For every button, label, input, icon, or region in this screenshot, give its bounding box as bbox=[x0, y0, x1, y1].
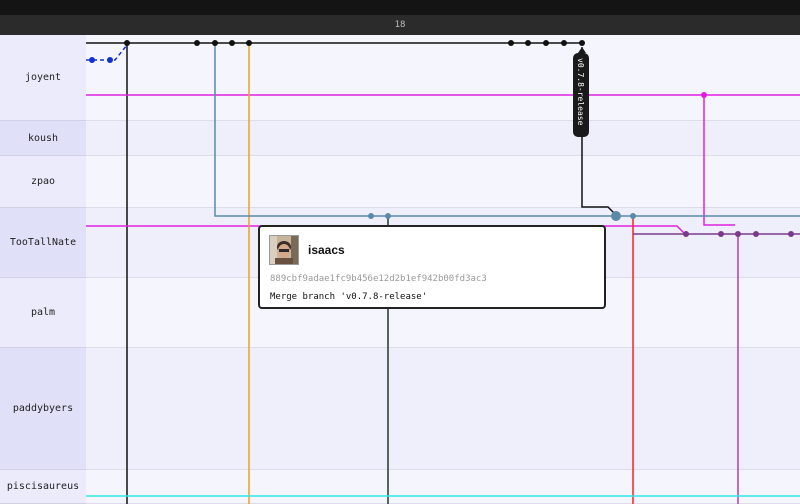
commit-dot[interactable] bbox=[630, 213, 636, 219]
commit-sha[interactable]: 889cbf9adae1fc9b456e12d2b1ef942b00fd3ac3 bbox=[270, 274, 487, 284]
commit-dot[interactable] bbox=[579, 40, 585, 46]
commit-message: Merge branch 'v0.7.8-release' bbox=[270, 292, 428, 302]
commit-dot[interactable] bbox=[735, 231, 741, 237]
commit-dot[interactable] bbox=[508, 40, 514, 46]
commit-dot[interactable] bbox=[368, 213, 374, 219]
commit-dot[interactable] bbox=[788, 231, 794, 237]
commit-dot[interactable] bbox=[701, 92, 707, 98]
commit-dot[interactable] bbox=[89, 57, 95, 63]
commit-dot[interactable] bbox=[212, 40, 218, 46]
avatar bbox=[269, 235, 299, 265]
commit-popup: isaacs 889cbf9adae1fc9b456e12d2b1ef942b0… bbox=[258, 225, 606, 309]
magenta-branch-drop bbox=[703, 95, 735, 226]
tag-text: v0.7.8-release bbox=[576, 58, 585, 126]
commit-dot[interactable] bbox=[124, 40, 130, 46]
commit-dot[interactable] bbox=[229, 40, 235, 46]
commit-dot[interactable] bbox=[683, 231, 689, 237]
commit-dot[interactable] bbox=[753, 231, 759, 237]
commit-dot[interactable] bbox=[718, 231, 724, 237]
commit-dot[interactable] bbox=[525, 40, 531, 46]
merge-commit-dot-selected[interactable] bbox=[611, 211, 621, 221]
steel-branch-line bbox=[214, 43, 800, 217]
commit-dot[interactable] bbox=[194, 40, 200, 46]
commit-dot[interactable] bbox=[385, 213, 391, 219]
tag-pointer bbox=[578, 47, 586, 53]
tag-label[interactable]: v0.7.8-release bbox=[573, 47, 589, 137]
commit-dot[interactable] bbox=[246, 40, 252, 46]
commit-dot[interactable] bbox=[543, 40, 549, 46]
commit-author: isaacs bbox=[308, 243, 345, 257]
commit-dot[interactable] bbox=[107, 57, 113, 63]
commit-dot[interactable] bbox=[561, 40, 567, 46]
